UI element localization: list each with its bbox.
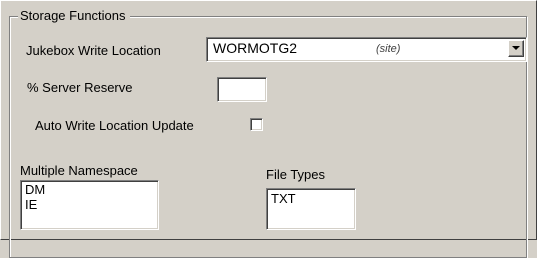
jukebox-write-location-label: Jukebox Write Location: [26, 43, 161, 58]
auto-write-location-update-label: Auto Write Location Update: [35, 118, 194, 133]
file-types-label: File Types: [266, 167, 326, 182]
server-reserve-input[interactable]: [217, 77, 267, 102]
server-reserve-label: % Server Reserve: [27, 80, 133, 95]
list-item[interactable]: IE: [25, 198, 37, 212]
chevron-down-icon: [512, 46, 520, 50]
auto-write-location-update-checkbox[interactable]: [250, 118, 263, 131]
file-types-listbox[interactable]: TXT: [266, 188, 356, 230]
multiple-namespace-label: Multiple Namespace: [20, 163, 138, 178]
jukebox-write-location-hint: (site): [376, 43, 401, 55]
jukebox-write-location-combobox[interactable]: WORMOTG2 (site): [206, 37, 527, 62]
list-item[interactable]: TXT: [271, 192, 296, 206]
jukebox-write-location-dropdown-button[interactable]: [508, 40, 524, 57]
storage-functions-title: Storage Functions: [18, 8, 130, 23]
jukebox-write-location-value: WORMOTG2: [213, 40, 297, 56]
list-item[interactable]: DM: [25, 183, 45, 197]
multiple-namespace-listbox[interactable]: DM IE: [20, 180, 159, 230]
